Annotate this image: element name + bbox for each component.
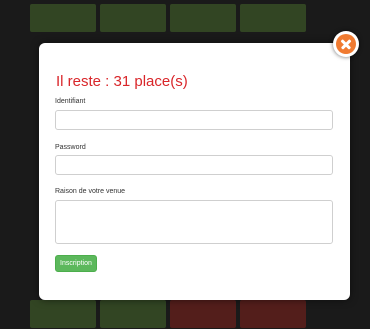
reason-label: Raison de votre venue	[55, 188, 126, 195]
close-button[interactable]	[333, 31, 359, 57]
inscription-button[interactable]: Inscription	[55, 255, 97, 272]
modal-title: Il reste : 31 place(s)	[56, 73, 188, 90]
identifiant-label: Identifiant	[55, 98, 86, 105]
close-icon	[336, 34, 356, 54]
registration-modal: Il reste : 31 place(s) Identifiant Passw…	[39, 43, 350, 300]
identifiant-input[interactable]	[55, 110, 333, 130]
reason-textarea[interactable]	[55, 200, 333, 244]
password-label: Password	[55, 144, 86, 151]
password-input[interactable]	[55, 155, 333, 175]
